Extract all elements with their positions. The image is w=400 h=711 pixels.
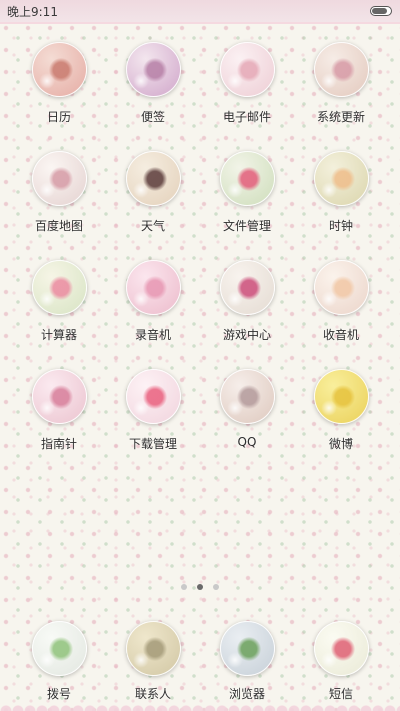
app-phone-dialer[interactable]: 拨号 <box>12 621 106 702</box>
icon-highlight-shape <box>38 182 55 198</box>
battery-level <box>372 8 387 14</box>
app-label: QQ <box>237 435 257 449</box>
radio-icon[interactable] <box>313 260 369 315</box>
recorder-icon[interactable] <box>125 260 181 315</box>
system-update-icon[interactable] <box>313 42 369 97</box>
icon-highlight-shape <box>132 291 149 307</box>
app-label: 便签 <box>140 110 165 124</box>
weather-icon[interactable] <box>125 151 181 206</box>
icon-highlight-shape <box>132 182 149 198</box>
lace-border <box>0 695 400 711</box>
clock-icon[interactable] <box>313 151 369 206</box>
contacts-icon[interactable] <box>125 621 181 676</box>
icon-highlight-shape <box>320 73 337 89</box>
icon-highlight-shape <box>226 73 243 89</box>
icon-highlight-shape <box>132 400 149 416</box>
app-label: 收音机 <box>322 328 359 342</box>
icon-highlight-shape <box>38 652 55 668</box>
icon-highlight-shape <box>226 291 243 307</box>
icon-highlight-shape <box>226 400 243 416</box>
baidu-map-icon[interactable] <box>31 151 87 206</box>
qq-icon[interactable] <box>219 369 275 424</box>
app-label: 游戏中心 <box>222 328 271 342</box>
app-weather[interactable]: 天气 <box>106 151 200 260</box>
app-label: 电子邮件 <box>222 110 271 124</box>
app-messages[interactable]: 短信 <box>294 621 388 702</box>
app-calculator[interactable]: 计算器 <box>12 260 106 369</box>
app-clock[interactable]: 时钟 <box>294 151 388 260</box>
status-time: 晚上9:11 <box>7 5 58 19</box>
game-center-icon[interactable] <box>219 260 275 315</box>
app-weibo[interactable]: 微博 <box>294 369 388 478</box>
messages-icon[interactable] <box>313 621 369 676</box>
page-dot-active[interactable] <box>197 584 203 590</box>
app-calendar[interactable]: 日历 <box>12 42 106 151</box>
app-label: 微博 <box>328 437 353 451</box>
app-label: 日历 <box>46 110 71 124</box>
app-email[interactable]: 电子邮件 <box>200 42 294 151</box>
calendar-icon[interactable] <box>31 42 87 97</box>
app-label: 百度地图 <box>34 219 83 233</box>
app-qq[interactable]: QQ <box>200 369 294 478</box>
app-label: 指南针 <box>40 437 77 451</box>
icon-highlight-shape <box>38 291 55 307</box>
page-dot[interactable] <box>213 584 219 590</box>
battery-icon <box>370 6 392 16</box>
calculator-icon[interactable] <box>31 260 87 315</box>
dock: 拨号 联系人 浏览器 短信 <box>12 621 388 702</box>
icon-highlight-shape <box>226 652 243 668</box>
icon-highlight-shape <box>132 73 149 89</box>
icon-highlight-shape <box>38 73 55 89</box>
weibo-icon[interactable] <box>313 369 369 424</box>
icon-highlight-shape <box>320 400 337 416</box>
compass-icon[interactable] <box>31 369 87 424</box>
icon-highlight-shape <box>320 652 337 668</box>
app-label: 下载管理 <box>128 437 177 451</box>
icon-highlight-shape <box>38 400 55 416</box>
icon-highlight-shape <box>320 182 337 198</box>
status-bar: 晚上9:11 <box>0 0 400 24</box>
app-system-update[interactable]: 系统更新 <box>294 42 388 151</box>
app-label: 系统更新 <box>316 110 365 124</box>
notes-icon[interactable] <box>125 42 181 97</box>
email-icon[interactable] <box>219 42 275 97</box>
app-grid: 日历 便签 电子邮件 系统更新百度地图 天气 文件管理 时钟计算器 录音机 游戏中心 收音机指南针… <box>12 42 388 478</box>
download-manager-icon[interactable] <box>125 369 181 424</box>
app-recorder[interactable]: 录音机 <box>106 260 200 369</box>
icon-highlight-shape <box>320 291 337 307</box>
app-file-manager[interactable]: 文件管理 <box>200 151 294 260</box>
app-notes[interactable]: 便签 <box>106 42 200 151</box>
app-browser[interactable]: 浏览器 <box>200 621 294 702</box>
phone-dialer-icon[interactable] <box>31 621 87 676</box>
app-contacts[interactable]: 联系人 <box>106 621 200 702</box>
app-label: 文件管理 <box>222 219 271 233</box>
app-download-manager[interactable]: 下载管理 <box>106 369 200 478</box>
page-dot[interactable] <box>181 584 187 590</box>
file-manager-icon[interactable] <box>219 151 275 206</box>
app-radio[interactable]: 收音机 <box>294 260 388 369</box>
app-baidu-map[interactable]: 百度地图 <box>12 151 106 260</box>
browser-icon[interactable] <box>219 621 275 676</box>
page-indicator <box>0 582 400 592</box>
app-label: 时钟 <box>328 219 353 233</box>
app-label: 计算器 <box>40 328 77 342</box>
app-label: 天气 <box>140 219 165 233</box>
icon-highlight-shape <box>132 652 149 668</box>
icon-highlight-shape <box>226 182 243 198</box>
app-game-center[interactable]: 游戏中心 <box>200 260 294 369</box>
app-compass[interactable]: 指南针 <box>12 369 106 478</box>
app-label: 录音机 <box>134 328 171 342</box>
